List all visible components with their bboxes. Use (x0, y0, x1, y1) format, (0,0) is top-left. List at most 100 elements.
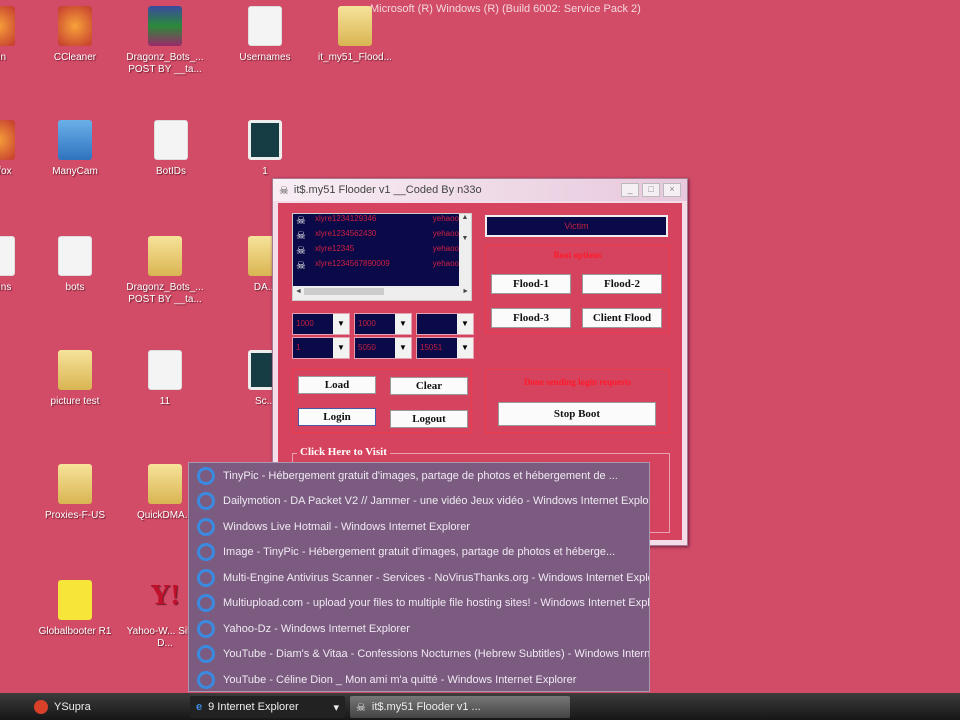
rar-icon (148, 6, 182, 46)
desktop-icon-label: Proxies-F-US (44, 510, 105, 521)
desktop-icon-label: picture test (50, 396, 100, 407)
jumplist-item[interactable]: YouTube - Diam's & Vitaa - Confessions N… (189, 642, 649, 668)
ie-icon (197, 543, 215, 562)
desktop-icon[interactable]: CCleaner (32, 6, 118, 64)
folder-icon (58, 350, 92, 390)
yah-icon: Y! (150, 580, 180, 611)
jumplist-item[interactable]: TinyPic - Hébergement gratuit d'images, … (189, 463, 649, 489)
desktop-icon[interactable]: it_my51_Flood... (312, 6, 398, 64)
combo-2[interactable]: 1000 ▼ (354, 313, 412, 335)
desktop-icon[interactable]: Usernames (222, 6, 308, 64)
combo-4[interactable]: 1 ▼ (292, 337, 350, 359)
title-bar[interactable]: ☠ it$.my51 Flooder v1 __Coded By n33o _ … (273, 179, 687, 201)
desktop-icon[interactable]: ...ains (0, 236, 41, 294)
desktop-icon-label: BotIDs (155, 166, 186, 177)
desktop-icon[interactable]: Proxies-F-US (32, 464, 118, 522)
file-icon (248, 6, 282, 46)
ie-icon (197, 492, 215, 511)
desktop-icon[interactable]: Dragonz_Bots_... POST BY __ta... (122, 236, 208, 306)
file-icon (58, 236, 92, 276)
desktop-icon-label: ...efox (0, 166, 12, 177)
desktop-icon-label: Dragonz_Bots_... POST BY __ta... (126, 282, 204, 305)
jumplist-item[interactable]: Multi-Engine Antivirus Scanner - Service… (189, 565, 649, 591)
bot-row[interactable]: xlyre1234567890009 yehaoo (293, 259, 459, 274)
stop-boot-button[interactable]: Stop Boot (498, 402, 656, 426)
ie-icon: e (196, 701, 203, 713)
status-text: Done sending login requests (523, 377, 632, 387)
jumplist-item[interactable]: Multiupload.com - upload your files to m… (189, 591, 649, 617)
flood-1-button[interactable]: Flood-1 (491, 274, 571, 294)
desktop-icon[interactable]: Dragonz_Bots_... POST BY __ta... (122, 6, 208, 76)
flood-2-button[interactable]: Flood-2 (582, 274, 662, 294)
bot-list[interactable]: xlyre1234129346 yehaoo xlyre1234562430 yeha… (292, 213, 472, 301)
jumplist-item[interactable]: Image - TinyPic - Hébergement gratuit d'… (189, 540, 649, 566)
bot-row[interactable]: xlyre12345 yehaoo (293, 244, 459, 259)
horizontal-scrollbar[interactable]: ◄ ► (293, 286, 471, 300)
desktop-icon-label: ...in (0, 52, 7, 63)
victim-box[interactable]: Victim (485, 215, 668, 237)
taskbar-item-flooder[interactable]: ☠ it$.my51 Flooder v1 ... (350, 696, 570, 718)
cam-icon (58, 120, 92, 160)
desktop-icon-label: 11 (159, 396, 171, 407)
desktop-icon-label: Globalbooter R1 (38, 626, 112, 637)
desktop-icon-label: ManyCam (52, 166, 98, 177)
taskbar-item-internet-explorer[interactable]: e9 Internet Explorer ▾ (190, 696, 345, 718)
desktop-icon[interactable]: 1 (222, 120, 308, 178)
combo-6[interactable]: 15051 ▼ (416, 337, 474, 359)
desktop-icon[interactable]: bots (32, 236, 118, 294)
maximize-button[interactable]: □ (642, 183, 660, 197)
desktop-icon[interactable]: ...in (0, 6, 41, 64)
bot-row[interactable]: xlyre1234129346 yehaoo (293, 214, 459, 229)
jumplist-item[interactable]: Windows Live Hotmail - Windows Internet … (189, 514, 649, 540)
close-button[interactable]: × (663, 183, 681, 197)
login-button[interactable]: Login (298, 408, 376, 426)
chevron-down-icon: ▼ (457, 338, 473, 358)
desktop-icon[interactable]: Globalbooter R1 (32, 580, 118, 638)
skull-icon: ☠ (279, 184, 289, 197)
bot-row[interactable]: xlyre1234562430 yehaoo (293, 229, 459, 244)
bot-password: yehaoo (432, 259, 459, 268)
jumplist-item-label: YouTube - Céline Dion _ Mon ami m'a quit… (223, 673, 577, 686)
minimize-button[interactable]: _ (621, 183, 639, 197)
clear-button[interactable]: Clear (390, 377, 468, 395)
client-flood-button[interactable]: Client Flood (582, 308, 662, 328)
desktop-icon[interactable]: picture test (32, 350, 118, 408)
logout-button[interactable]: Logout (390, 410, 468, 428)
visit-label[interactable]: Click Here to Visit (297, 446, 390, 458)
ie-icon (197, 517, 215, 536)
chevron-down-icon: ▼ (395, 338, 411, 358)
jumplist-item[interactable]: Dailymotion - DA Packet V2 // Jammer - u… (189, 489, 649, 515)
app-icon (0, 120, 15, 160)
vertical-scrollbar[interactable]: ▲ ▼ (459, 214, 471, 286)
bot-password: yehaoo (432, 214, 459, 223)
jumplist-item[interactable]: YouTube - Céline Dion _ Mon ami m'a quit… (189, 667, 649, 693)
load-button[interactable]: Load (298, 376, 376, 394)
desktop-icon[interactable]: BotIDs (128, 120, 214, 178)
jumplist-item[interactable]: Yahoo-Dz - Windows Internet Explorer (189, 616, 649, 642)
desktop-icon-label: Usernames (239, 52, 291, 63)
desktop-icon-label: ...ains (0, 282, 12, 293)
ie-icon (197, 466, 215, 485)
desktop-icon-label: CCleaner (53, 52, 97, 63)
desktop-icon[interactable]: 11 (122, 350, 208, 408)
chevron-down-icon: ▼ (333, 338, 349, 358)
combo-3[interactable]: ▼ (416, 313, 474, 335)
ie-icon (197, 568, 215, 587)
taskbar-item-ysupra[interactable]: YSupra (28, 696, 178, 718)
jumplist-item-label: Yahoo-Dz - Windows Internet Explorer (223, 622, 410, 635)
flood-3-button[interactable]: Flood-3 (491, 308, 571, 328)
chevron-down-icon: ▼ (333, 314, 349, 334)
bot-username: xlyre1234567890009 (315, 259, 390, 268)
desktop-icon-label: it_my51_Flood... (318, 52, 392, 63)
jumplist-item-label: Windows Live Hotmail - Windows Internet … (223, 520, 470, 533)
desktop-icon[interactable]: ManyCam (32, 120, 118, 178)
desktop-icon-label: 1 (262, 166, 268, 177)
chevron-down-icon: ▼ (395, 314, 411, 334)
window-title: it$.my51 Flooder v1 __Coded By n33o (293, 184, 482, 196)
taskbar: YSupra e9 Internet Explorer ▾ ☠ it$.my51 F… (0, 693, 960, 720)
combo-5[interactable]: 5050 ▼ (354, 337, 412, 359)
combo-1[interactable]: 1000 ▼ (292, 313, 350, 335)
desktop-icon[interactable]: ...efox (0, 120, 41, 178)
ie-jumplist: TinyPic - Hébergement gratuit d'images, … (188, 462, 650, 692)
skull-icon: ☠ (356, 701, 366, 714)
